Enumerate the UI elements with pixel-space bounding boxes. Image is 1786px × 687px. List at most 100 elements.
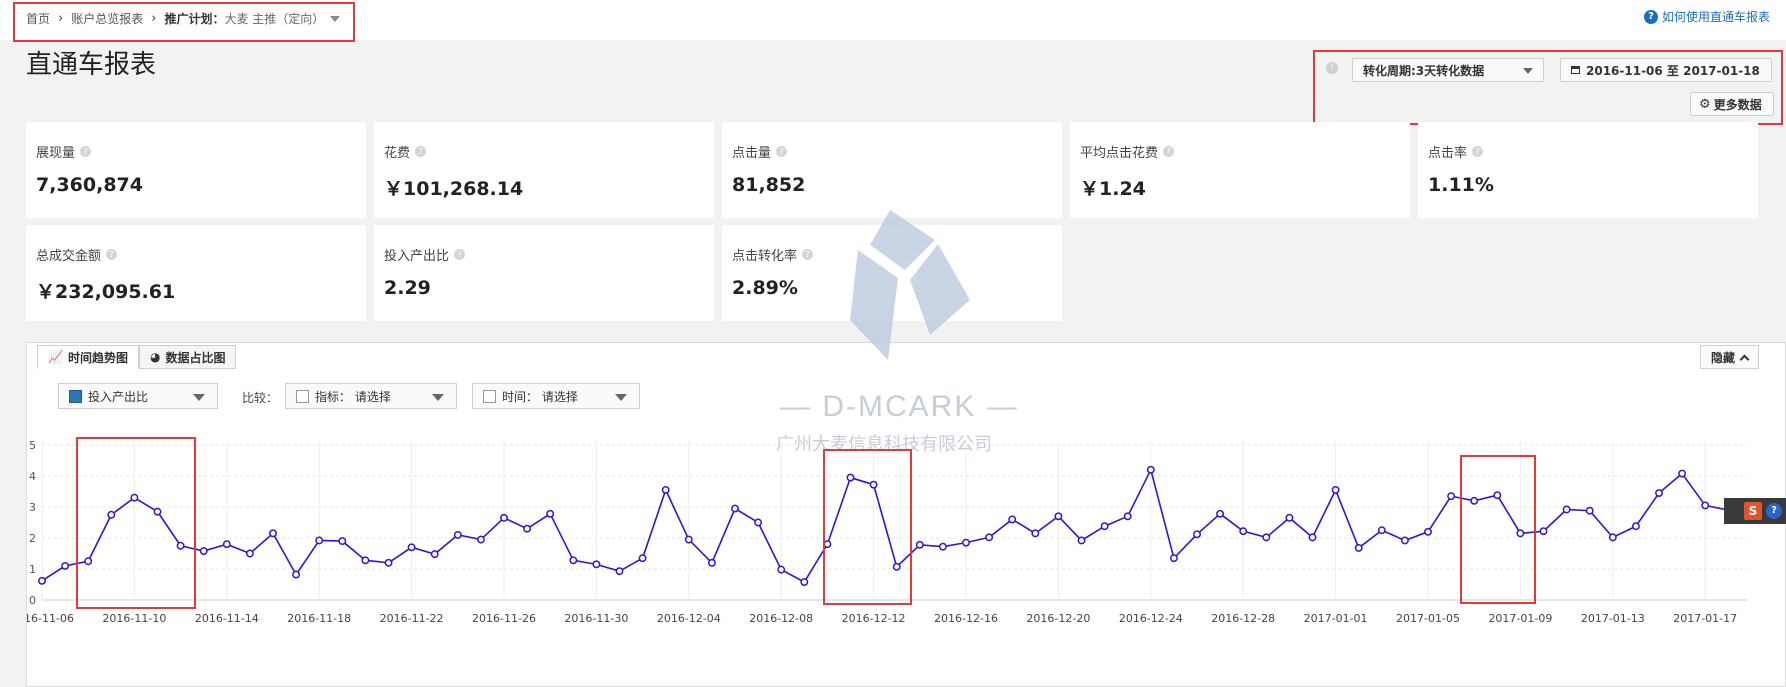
metric-label: 平均点击花费 <box>1080 146 1159 161</box>
x-tick-label: 2016-12-16 <box>934 612 998 625</box>
metric-label: 展现量 <box>36 146 76 161</box>
conversion-period-select[interactable]: 转化周期:3天转化数据 <box>1352 58 1544 82</box>
data-point <box>1470 496 1479 505</box>
data-point <box>1400 536 1409 545</box>
data-point <box>1008 515 1017 524</box>
y-tick-label: 5 <box>29 439 36 452</box>
x-tick-label: 2016-11-14 <box>195 612 259 625</box>
chevron-right-icon: › <box>151 11 157 26</box>
metric-value: 7,360,874 <box>36 174 143 196</box>
calendar-icon <box>1571 66 1580 74</box>
data-point <box>407 543 416 552</box>
x-tick-label: 2016-11-26 <box>472 612 536 625</box>
y-tick-label: 3 <box>29 501 36 514</box>
caret-down-icon <box>1523 68 1533 74</box>
metric-value: ￥101,268.14 <box>384 178 524 200</box>
data-point <box>1239 527 1248 536</box>
data-point <box>915 540 924 549</box>
sogou-icon[interactable]: S <box>1744 502 1762 520</box>
metric-value: 1.11% <box>1428 174 1494 196</box>
metric-card-impressions: 展现量? 7,360,874 <box>26 122 366 218</box>
data-point <box>615 567 624 576</box>
x-tick-label: 2016-11-10 <box>102 612 166 625</box>
metric-card-ctr: 点击率? 1.11% <box>1418 122 1758 218</box>
more-data-button[interactable]: ⚙ 更多数据 <box>1690 92 1774 116</box>
data-point <box>1447 492 1456 501</box>
data-point <box>1285 513 1294 522</box>
help-icon[interactable]: ? <box>776 146 788 157</box>
data-point <box>1678 469 1687 478</box>
data-point <box>638 554 647 563</box>
data-point <box>1123 512 1132 521</box>
data-point <box>176 541 185 550</box>
data-point <box>869 480 878 489</box>
help-link[interactable]: ? 如何使用直通车报表 <box>1643 8 1770 25</box>
data-point <box>107 510 116 519</box>
help-icon[interactable]: ? <box>1472 146 1484 157</box>
help-icon[interactable]: ? <box>1163 146 1175 157</box>
x-tick-label: 2016-11-18 <box>287 612 351 625</box>
metric-label: 点击转化率 <box>732 249 798 264</box>
data-point <box>361 556 370 565</box>
y-tick-label: 0 <box>29 594 36 607</box>
gear-icon: ⚙ <box>1699 96 1711 112</box>
data-point <box>1308 533 1317 542</box>
ime-toolbar[interactable]: S ? <box>1724 498 1786 524</box>
help-icon[interactable]: ? <box>802 249 814 260</box>
data-point <box>315 536 324 545</box>
data-point <box>962 538 970 547</box>
data-point <box>731 504 739 513</box>
x-tick-label: 2017-01-01 <box>1304 612 1368 625</box>
metric-card-cvr: 点击转化率? 2.89% <box>722 225 1062 321</box>
data-point <box>684 535 693 544</box>
data-point <box>1377 526 1386 535</box>
data-point <box>569 556 578 565</box>
data-point <box>777 565 786 574</box>
question-icon: ? <box>1643 9 1658 24</box>
data-point <box>476 535 485 544</box>
data-point <box>1562 505 1571 514</box>
data-point <box>1424 527 1432 536</box>
metric-value: ￥232,095.61 <box>36 281 176 303</box>
help-icon[interactable]: ? <box>1766 503 1782 519</box>
data-point <box>1701 501 1710 510</box>
data-point <box>707 558 716 567</box>
x-tick-label: 2016-12-24 <box>1119 612 1183 625</box>
data-point <box>754 518 763 527</box>
help-icon[interactable]: ? <box>454 249 466 260</box>
data-point <box>523 524 532 533</box>
breadcrumb-overview[interactable]: 账户总览报表 <box>71 10 143 27</box>
data-point <box>222 540 231 549</box>
data-point <box>269 529 277 538</box>
x-tick-label: 2017-01-13 <box>1581 612 1645 625</box>
data-point <box>1631 522 1640 531</box>
data-point <box>430 550 439 559</box>
metric-label: 点击量 <box>732 146 772 161</box>
data-point <box>661 486 670 494</box>
data-point <box>1262 533 1271 542</box>
data-point <box>1655 489 1663 498</box>
metric-card-gmv: 总成交金额? ￥232,095.61 <box>26 225 366 321</box>
metric-value: ￥1.24 <box>1080 178 1146 200</box>
x-tick-label: 2016-11-22 <box>380 612 444 625</box>
data-point <box>1608 533 1617 542</box>
y-tick-label: 4 <box>29 470 36 483</box>
conversion-period-label: 转化周期:3天转化数据 <box>1363 63 1485 78</box>
data-point <box>1516 529 1525 538</box>
metric-value: 2.89% <box>732 277 798 299</box>
data-point <box>592 560 601 569</box>
y-tick-label: 1 <box>29 563 36 576</box>
help-icon[interactable]: ? <box>80 146 92 157</box>
help-icon[interactable]: ? <box>106 249 118 260</box>
x-tick-label: 2016-11-30 <box>564 612 628 625</box>
plan-selector[interactable]: 推广计划： 大麦 主推（定向） <box>164 10 341 27</box>
data-point <box>1054 512 1063 521</box>
metric-label: 投入产出比 <box>384 249 450 264</box>
help-icon[interactable]: ? <box>415 146 427 157</box>
date-range-button[interactable]: 2016-11-06 至 2017-01-18 <box>1560 58 1772 82</box>
breadcrumb-home[interactable]: 首页 <box>26 10 50 27</box>
x-tick-label: 2016-12-12 <box>842 612 906 625</box>
data-point <box>1539 527 1548 536</box>
watermark-brand: — D-MCARK — <box>780 390 1019 423</box>
metric-card-cost: 花费? ￥101,268.14 <box>374 122 714 218</box>
